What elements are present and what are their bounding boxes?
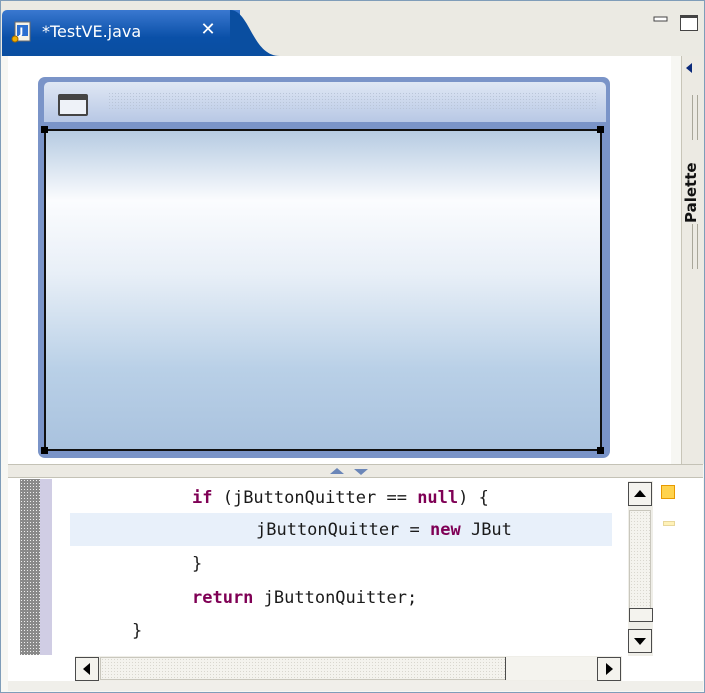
overview-ruler — [655, 481, 681, 656]
code-text: jButtonQuitter = — [256, 520, 430, 540]
triangle-left-icon — [83, 663, 90, 675]
scroll-up-button[interactable] — [628, 482, 652, 506]
window-icon — [58, 94, 88, 116]
java-file-icon: J — [11, 21, 31, 43]
code-line[interactable]: return jButtonQuitter; — [192, 588, 417, 608]
overview-marker[interactable] — [663, 521, 675, 526]
title-bar-texture — [108, 92, 598, 110]
code-line[interactable]: } — [132, 621, 142, 641]
triangle-down-icon — [634, 638, 646, 645]
maximize-icon[interactable] — [680, 15, 698, 31]
triangle-left-icon[interactable] — [686, 63, 692, 73]
code-text: JBut — [460, 520, 512, 540]
resize-handle-bottom-left[interactable] — [41, 447, 48, 454]
resize-handle-top-right[interactable] — [597, 126, 604, 133]
scroll-left-button[interactable] — [75, 657, 99, 681]
content-pane[interactable] — [44, 129, 602, 451]
resize-handle-top-left[interactable] — [41, 126, 48, 133]
palette-grip-top[interactable] — [692, 95, 698, 140]
code-text: ) { — [458, 488, 489, 508]
vertical-ruler[interactable] — [20, 479, 40, 655]
triangle-down-icon[interactable] — [354, 469, 368, 475]
bottom-border — [8, 681, 703, 691]
code-line[interactable]: jButtonQuitter = new JBut — [256, 520, 512, 540]
vertical-scroll-thumb[interactable] — [629, 510, 651, 620]
keyword: return — [192, 588, 254, 608]
horizontal-scroll-thumb[interactable] — [100, 657, 508, 680]
svg-text:J: J — [19, 27, 24, 38]
close-icon[interactable]: ✕ — [197, 19, 219, 41]
code-text: jButtonQuitter; — [253, 588, 418, 608]
keyword: null — [417, 488, 459, 508]
horizontal-scroll-track[interactable] — [505, 657, 597, 680]
code-text: (jButtonQuitter == — [212, 488, 418, 508]
scroll-right-button[interactable] — [597, 657, 621, 681]
annotation-strip — [40, 479, 52, 655]
vertical-scroll-thumb-end[interactable] — [629, 608, 653, 622]
palette-label[interactable]: Palette — [682, 162, 705, 223]
triangle-right-icon — [606, 663, 613, 675]
keyword: new — [430, 520, 461, 540]
resize-handle-bottom-right[interactable] — [597, 447, 604, 454]
code-line[interactable]: if (jButtonQuitter == null) { — [192, 488, 489, 508]
triangle-up-icon[interactable] — [330, 468, 344, 474]
code-line[interactable]: } — [192, 554, 202, 574]
tab-title: *TestVE.java — [42, 22, 142, 41]
code-text: } — [132, 621, 143, 641]
triangle-up-icon — [634, 490, 646, 497]
code-text: } — [192, 554, 203, 574]
keyword: if — [192, 488, 213, 508]
warning-indicator-icon[interactable] — [661, 485, 675, 499]
scroll-down-button[interactable] — [628, 629, 652, 653]
minimize-icon[interactable] — [653, 16, 669, 26]
palette-grip-bottom[interactable] — [692, 224, 698, 269]
code-clip-edge — [612, 479, 622, 657]
tab-curve — [230, 10, 280, 56]
